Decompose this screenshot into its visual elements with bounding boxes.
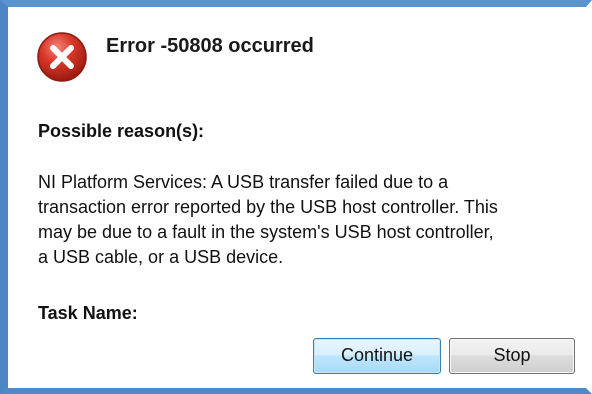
error-icon bbox=[36, 31, 88, 83]
message-line: NI Platform Services: A USB transfer fai… bbox=[38, 172, 449, 192]
dialog-title: Error -50808 occurred bbox=[106, 35, 314, 57]
task-name-heading: Task Name: bbox=[38, 303, 138, 323]
message-line: a USB cable, or a USB device. bbox=[38, 247, 284, 267]
error-message: NI Platform Services: A USB transfer fai… bbox=[38, 170, 578, 270]
message-line: may be due to a fault in the system's US… bbox=[38, 222, 494, 242]
stop-button[interactable]: Stop bbox=[449, 338, 575, 374]
possible-reasons-heading: Possible reason(s): bbox=[38, 121, 205, 141]
message-line: transaction error reported by the USB ho… bbox=[38, 197, 498, 217]
continue-button[interactable]: Continue bbox=[313, 338, 441, 374]
error-dialog: Error -50808 occurred Possible reason(s)… bbox=[0, 0, 592, 394]
